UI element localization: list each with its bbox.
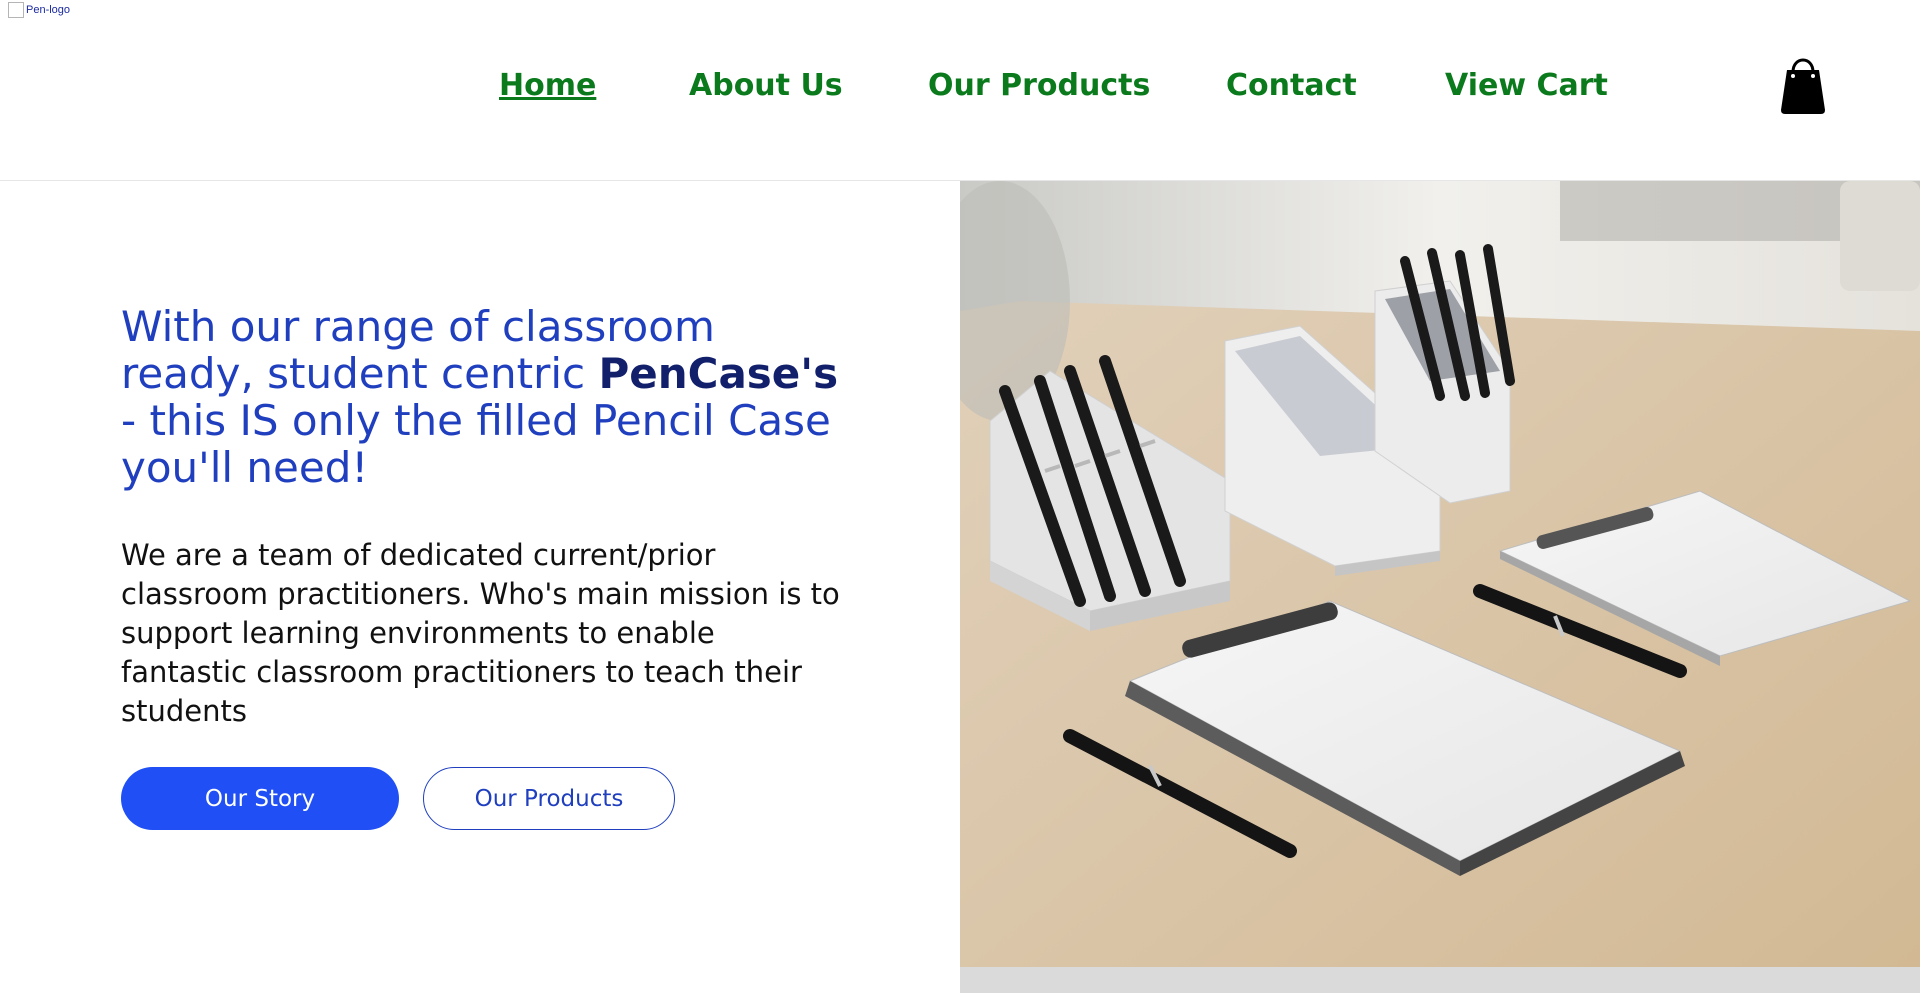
our-products-button[interactable]: Our Products <box>423 767 675 830</box>
shopping-bag-icon[interactable] <box>1778 50 1828 116</box>
site-header: Pen-logo Home About Us Our Products Cont… <box>0 0 1920 181</box>
nav-view-cart[interactable]: View Cart <box>1445 68 1608 103</box>
main-nav: Home About Us Our Products Contact View … <box>0 64 1920 112</box>
brand-name: PenCase's <box>598 349 839 398</box>
hero-text-section: With our range of classroom ready, stude… <box>0 181 960 993</box>
nav-contact[interactable]: Contact <box>1226 68 1357 103</box>
nav-about-us[interactable]: About Us <box>689 68 843 103</box>
nav-our-products[interactable]: Our Products <box>928 68 1150 103</box>
hero-intro: We are a team of dedicated current/prior… <box>121 538 840 728</box>
nav-home[interactable]: Home <box>499 68 596 103</box>
broken-image-icon <box>8 2 24 18</box>
hero-headline: With our range of classroom ready, stude… <box>121 302 839 492</box>
logo-alt-text: Pen-logo <box>26 4 71 16</box>
site-logo[interactable]: Pen-logo <box>8 2 70 18</box>
our-story-button[interactable]: Our Story <box>121 767 399 830</box>
hero-image <box>960 181 1920 967</box>
bottom-strip <box>960 967 1920 993</box>
